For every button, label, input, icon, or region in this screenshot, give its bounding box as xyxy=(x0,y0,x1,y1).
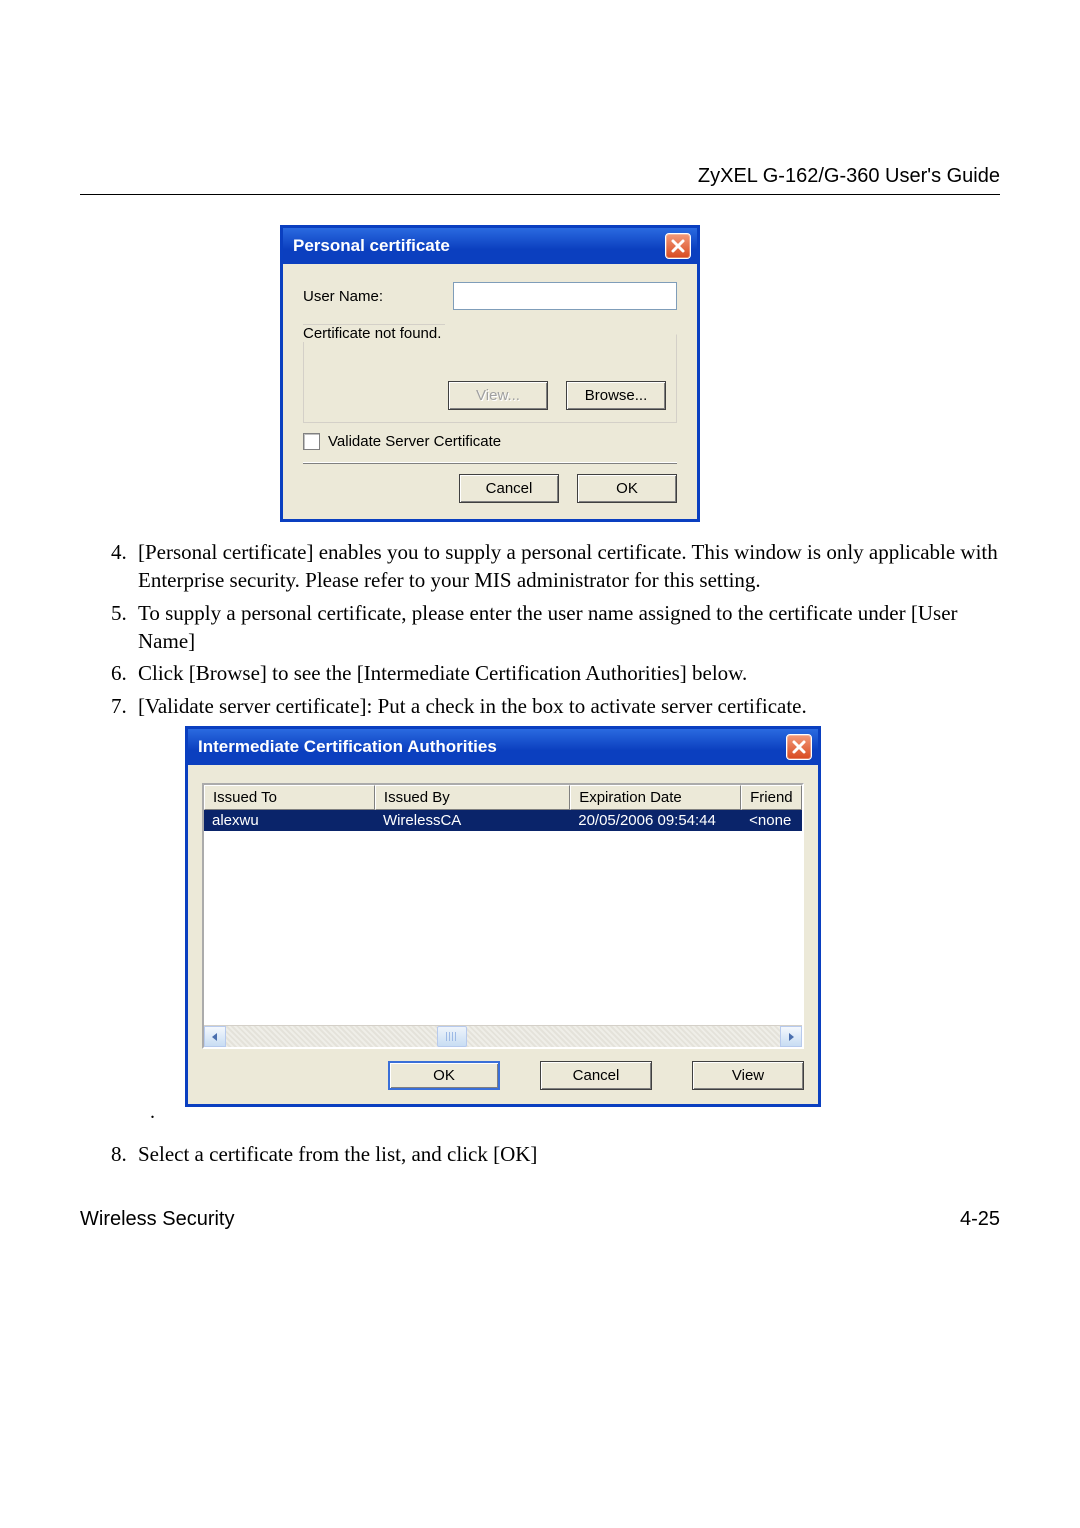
cell-expiration: 20/05/2006 09:54:44 xyxy=(570,810,741,831)
dialog-buttons: Cancel OK xyxy=(303,474,677,503)
personal-certificate-dialog: Personal certificate User Name: Certific… xyxy=(280,225,700,522)
dialog-titlebar: Intermediate Certification Authorities xyxy=(188,729,818,765)
scroll-thumb[interactable] xyxy=(437,1026,467,1047)
list-item: Click [Browse] to see the [Intermediate … xyxy=(132,659,1000,687)
header-rule xyxy=(80,194,1000,195)
instructions-list-2: Select a certificate from the list, and … xyxy=(80,1140,1000,1168)
listview-header: Issued To Issued By Expiration Date Frie… xyxy=(204,785,802,810)
listview-body: alexwu WirelessCA 20/05/2006 09:54:44 <n… xyxy=(204,810,802,1025)
certificate-groupbox: Certificate not found. View... Browse... xyxy=(303,334,677,423)
cell-issued-by: WirelessCA xyxy=(375,810,570,831)
certificate-listview[interactable]: Issued To Issued By Expiration Date Frie… xyxy=(202,783,804,1049)
page-footer: Wireless Security 4-25 xyxy=(80,1208,1000,1231)
groupbox-buttons: View... Browse... xyxy=(314,381,666,410)
intermediate-ca-dialog: Intermediate Certification Authorities I… xyxy=(185,726,821,1107)
close-icon[interactable] xyxy=(665,233,691,259)
scroll-right-icon[interactable] xyxy=(780,1026,802,1047)
close-icon[interactable] xyxy=(786,734,812,760)
dialog-title: Intermediate Certification Authorities xyxy=(198,737,497,757)
list-item: To supply a personal certificate, please… xyxy=(132,599,1000,656)
col-expiration[interactable]: Expiration Date xyxy=(570,785,741,810)
list-item: [Validate server certificate]: Put a che… xyxy=(132,692,1000,720)
footer-left: Wireless Security xyxy=(80,1208,234,1231)
validate-row: Validate Server Certificate xyxy=(303,433,677,450)
footer-right: 4-25 xyxy=(960,1208,1000,1231)
ok-button[interactable]: OK xyxy=(577,474,677,503)
separator xyxy=(303,462,677,464)
user-name-input[interactable] xyxy=(453,282,677,310)
cell-friendly: <none xyxy=(741,810,802,831)
col-friendly[interactable]: Friend xyxy=(741,785,802,810)
scroll-left-icon[interactable] xyxy=(204,1026,226,1047)
dialog-buttons: OK Cancel View xyxy=(202,1061,804,1090)
table-row[interactable]: alexwu WirelessCA 20/05/2006 09:54:44 <n… xyxy=(204,810,802,831)
view-button[interactable]: View xyxy=(692,1061,804,1090)
user-name-label: User Name: xyxy=(303,288,453,305)
dialog-titlebar: Personal certificate xyxy=(283,228,697,264)
dialog-body: User Name: Certificate not found. View..… xyxy=(283,264,697,519)
page: ZyXEL G-162/G-360 User's Guide Personal … xyxy=(0,0,1080,1291)
view-button: View... xyxy=(448,381,548,410)
page-header: ZyXEL G-162/G-360 User's Guide xyxy=(80,165,1000,188)
cell-issued-to: alexwu xyxy=(204,810,375,831)
instructions-list: [Personal certificate] enables you to su… xyxy=(80,538,1000,720)
user-name-row: User Name: xyxy=(303,282,677,310)
validate-label: Validate Server Certificate xyxy=(328,433,501,450)
dialog-title: Personal certificate xyxy=(293,236,450,256)
list-item: Select a certificate from the list, and … xyxy=(132,1140,1000,1168)
groupbox-caption: Certificate not found. xyxy=(303,324,445,342)
cancel-button[interactable]: Cancel xyxy=(540,1061,652,1090)
validate-checkbox[interactable] xyxy=(303,433,320,450)
list-item: [Personal certificate] enables you to su… xyxy=(132,538,1000,595)
col-issued-to[interactable]: Issued To xyxy=(204,785,375,810)
scroll-track[interactable] xyxy=(226,1026,780,1047)
col-issued-by[interactable]: Issued By xyxy=(375,785,570,810)
browse-button[interactable]: Browse... xyxy=(566,381,666,410)
ok-button[interactable]: OK xyxy=(388,1061,500,1090)
dialog-body: Issued To Issued By Expiration Date Frie… xyxy=(188,765,818,1104)
horizontal-scrollbar[interactable] xyxy=(204,1025,802,1047)
cancel-button[interactable]: Cancel xyxy=(459,474,559,503)
period: . xyxy=(150,1101,1000,1124)
